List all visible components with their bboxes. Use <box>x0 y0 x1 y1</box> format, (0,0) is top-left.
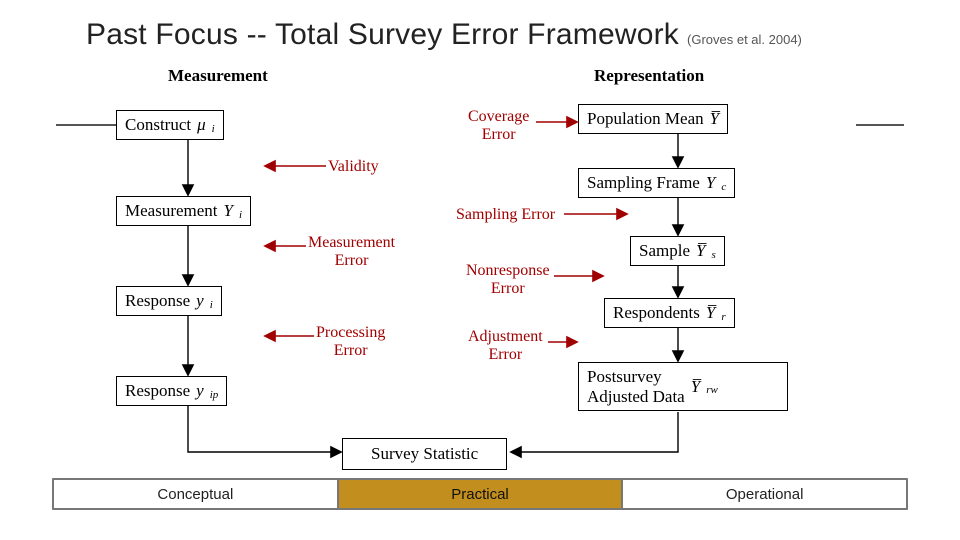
box-postadj-sub: rw <box>706 384 718 397</box>
box-postadj: Postsurvey Adjusted Data Y̅ rw <box>578 362 788 411</box>
box-measurement-label: Measurement <box>125 201 218 221</box>
tab-operational[interactable]: Operational <box>621 480 906 508</box>
box-response-proc-sym: y <box>196 381 204 401</box>
tab-practical[interactable]: Practical <box>337 480 622 508</box>
box-response-sub: i <box>210 299 213 311</box>
box-frame: Sampling Frame Yc <box>578 168 735 198</box>
box-respondents-sub: r <box>721 311 725 323</box>
box-measurement: Measurement Yi <box>116 196 251 226</box>
box-measurement-sym: Y <box>224 201 233 221</box>
tab-conceptual[interactable]: Conceptual <box>54 480 337 508</box>
box-respondents-sym: Y̅ <box>706 303 715 323</box>
box-response-sym: y <box>196 291 204 311</box>
box-frame-sym: Y <box>706 173 715 193</box>
col-header-representation: Representation <box>594 66 704 86</box>
box-pop-mean-sym: Y̅ <box>710 109 719 129</box>
box-sample-label: Sample <box>639 241 690 261</box>
page-title: Past Focus -- Total Survey Error Framewo… <box>86 18 679 52</box>
box-frame-sub: c <box>721 181 726 193</box>
box-sample-sub: s <box>711 249 715 261</box>
box-construct-label: Construct <box>125 115 191 135</box>
box-frame-label: Sampling Frame <box>587 173 700 193</box>
box-respondents: Respondents Y̅ r <box>604 298 735 328</box>
box-sample: Sample Y̅ s <box>630 236 725 266</box>
title-citation: (Groves et al. 2004) <box>687 32 802 47</box>
box-measurement-sub: i <box>239 209 242 221</box>
box-response-proc-sub: ip <box>210 389 219 401</box>
box-postadj-sym: Y̅ <box>691 377 700 397</box>
err-nonresp: Nonresponse Error <box>466 262 550 297</box>
box-postadj-label: Postsurvey Adjusted Data <box>587 367 685 406</box>
box-response-proc: Response yip <box>116 376 227 406</box>
col-header-measurement: Measurement <box>168 66 268 86</box>
box-response-proc-label: Response <box>125 381 190 401</box>
err-coverage: Coverage Error <box>468 108 529 143</box>
box-construct: Construct μi <box>116 110 224 140</box>
box-construct-sym: μ <box>197 115 206 135</box>
err-proc: Processing Error <box>316 324 385 359</box>
err-adj: Adjustment Error <box>468 328 543 363</box>
box-survey-statistic: Survey Statistic <box>342 438 507 470</box>
err-validity: Validity <box>328 158 379 176</box>
box-response-label: Response <box>125 291 190 311</box>
box-pop-mean: Population Mean Y̅ <box>578 104 728 134</box>
box-pop-mean-label: Population Mean <box>587 109 704 129</box>
box-construct-sub: i <box>212 123 215 135</box>
box-response: Response yi <box>116 286 222 316</box>
box-sample-sym: Y̅ <box>696 241 705 261</box>
tse-diagram: Measurement Representation Construct μi … <box>116 66 856 474</box>
err-sampling: Sampling Error <box>456 206 555 224</box>
box-respondents-label: Respondents <box>613 303 700 323</box>
bottom-tabs: Conceptual Practical Operational <box>52 478 908 510</box>
err-meas: Measurement Error <box>308 234 395 269</box>
